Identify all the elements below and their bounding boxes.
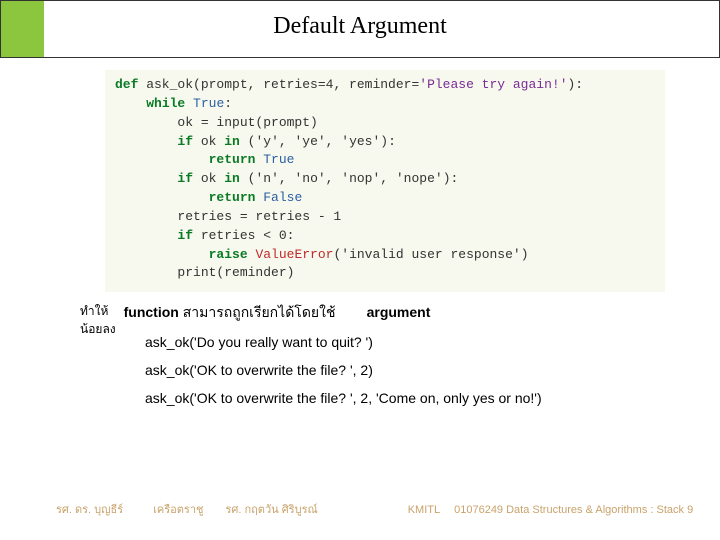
code-l1-rest: ask_ok(prompt, retries=4, reminder=	[138, 77, 419, 92]
footer-author-1: รศ. ดร. บุญธีร์	[56, 504, 123, 516]
example-list: ask_ok('Do you really want to quit? ') a…	[145, 328, 542, 412]
kw-def: def	[115, 77, 138, 92]
desc-bold-1: function	[124, 304, 179, 320]
kw-raise: raise	[209, 247, 248, 262]
slide-footer: รศ. ดร. บุญธีร์ เครือตราชู รศ. กฤตวัน ศิริ…	[56, 500, 700, 518]
kw-in-2: in	[224, 171, 240, 186]
code-l8: retries = retries - 1	[115, 209, 341, 224]
kw-in-1: in	[224, 134, 240, 149]
footer-author-2: เครือตราชู	[153, 504, 203, 516]
lit-true-1: True	[193, 96, 224, 111]
code-l1-end: ):	[568, 77, 584, 92]
code-l11: print(reminder)	[115, 265, 294, 280]
kw-if-3: if	[177, 228, 193, 243]
err-valueerror: ValueError	[255, 247, 333, 262]
kw-return-2: return	[209, 190, 256, 205]
lit-false: False	[263, 190, 302, 205]
desc-main: function สามารถถูกเรียกได้โดยใช้ argumen…	[124, 302, 431, 324]
kw-if-1: if	[177, 134, 193, 149]
desc-bold-2: argument	[367, 304, 431, 320]
example-3: ask_ok('OK to overwrite the file? ', 2, …	[145, 384, 542, 412]
example-1: ask_ok('Do you really want to quit? ')	[145, 328, 542, 356]
code-l2-colon: :	[224, 96, 232, 111]
lit-true-2: True	[263, 152, 294, 167]
code-l6-mid: ok	[193, 171, 224, 186]
desc-left-col: ทำให้ น้อยลง	[80, 302, 120, 338]
footer-course: 01076249 Data Structures & Algorithms : …	[454, 504, 693, 516]
desc-left-2: น้อยลง	[80, 322, 116, 336]
code-l4-tuple: ('y', 'ye', 'yes'):	[240, 134, 396, 149]
code-l6-tuple: ('n', 'no', 'nop', 'nope'):	[240, 171, 458, 186]
desc-left-1: ทำให้	[80, 304, 108, 318]
kw-if-2: if	[177, 171, 193, 186]
kw-while: while	[146, 96, 185, 111]
slide-title: Default Argument	[1, 13, 719, 40]
footer-author-3: รศ. กฤตวัน ศิริบูรณ์	[225, 504, 317, 516]
code-l3: ok = input(prompt)	[115, 115, 318, 130]
code-l1-str: 'Please try again!'	[419, 77, 567, 92]
title-band: Default Argument	[0, 0, 720, 58]
code-block: def ask_ok(prompt, retries=4, reminder='…	[105, 70, 665, 292]
kw-return-1: return	[209, 152, 256, 167]
example-2: ask_ok('OK to overwrite the file? ', 2)	[145, 356, 542, 384]
code-l4-mid: ok	[193, 134, 224, 149]
code-l9-rest: retries < 0:	[193, 228, 294, 243]
desc-mid: สามารถถูกเรียกได้โดยใช้	[179, 304, 340, 320]
code-l10-arg: ('invalid user response')	[333, 247, 528, 262]
footer-institution: KMITL	[408, 504, 440, 516]
